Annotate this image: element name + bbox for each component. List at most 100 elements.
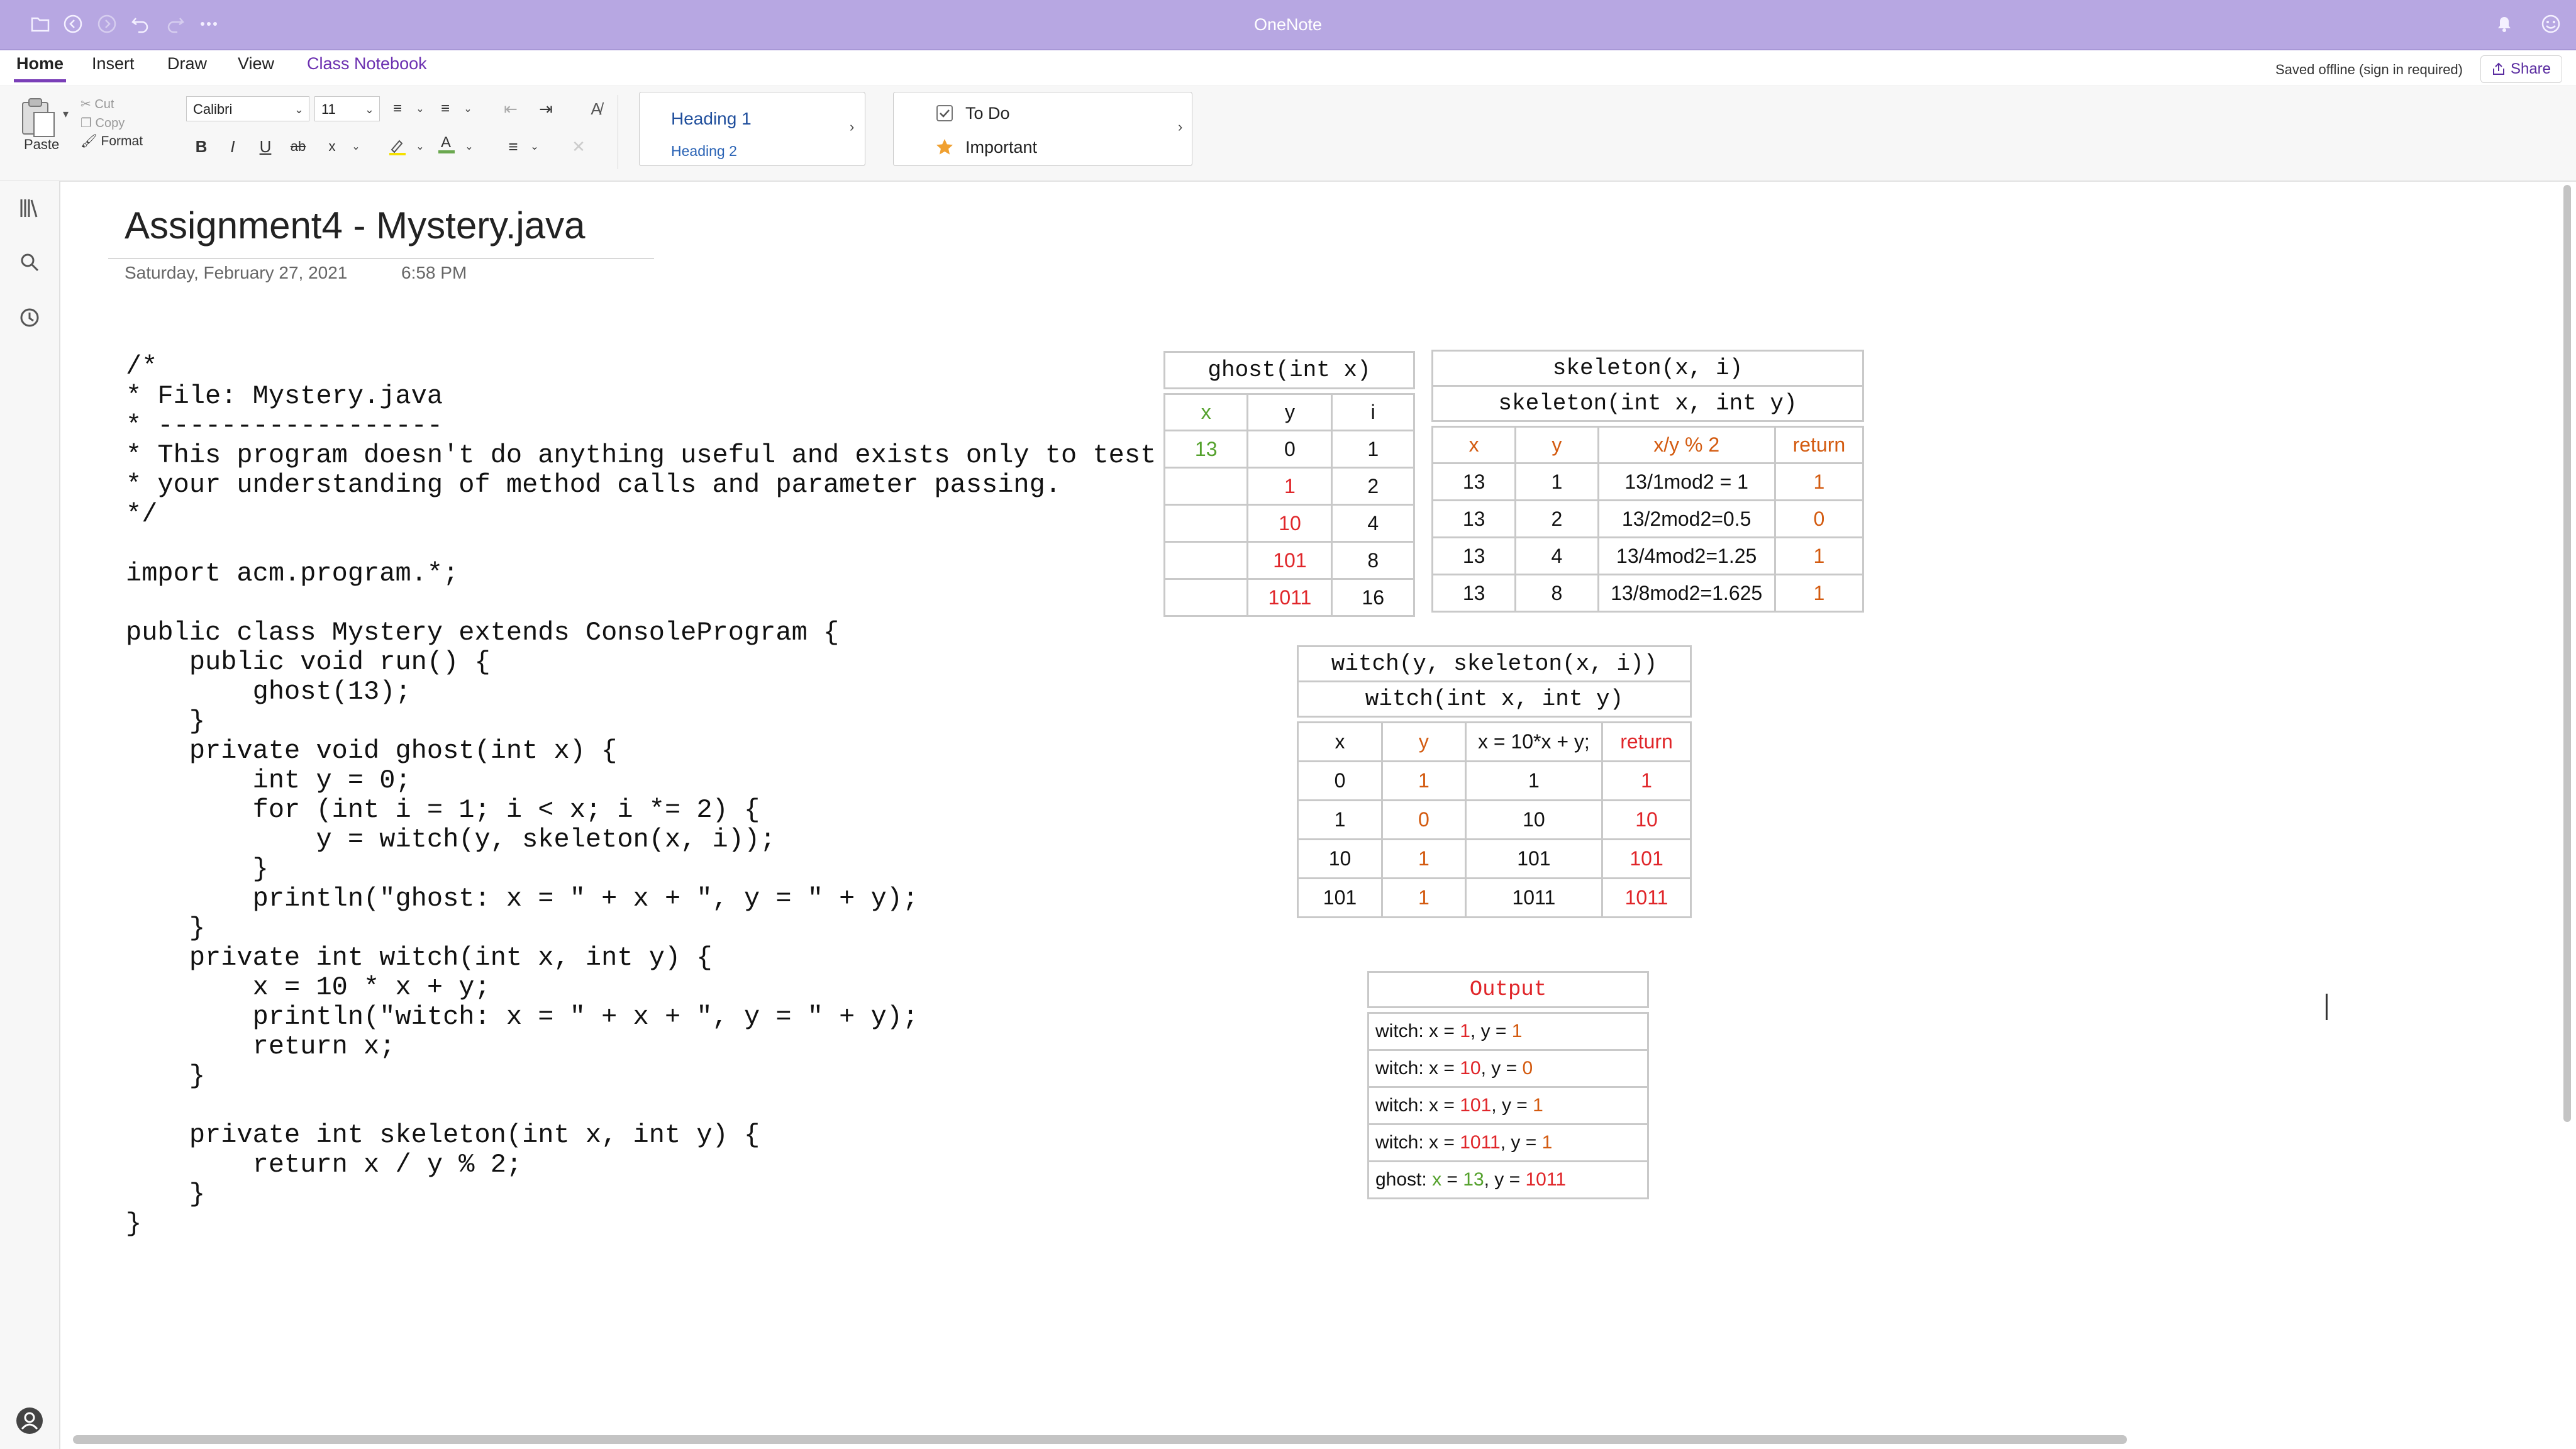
notebooks-icon[interactable] xyxy=(14,192,45,224)
strikethrough-button[interactable]: ab xyxy=(286,134,311,159)
scissors-icon: ✂ xyxy=(80,97,91,111)
undo-icon[interactable] xyxy=(128,11,153,36)
account-avatar-icon[interactable] xyxy=(14,1405,45,1436)
witch-table-title: witch(y, skeleton(x, i)) xyxy=(1297,645,1692,682)
tab-class-notebook[interactable]: Class Notebook xyxy=(304,54,430,74)
indent-icon[interactable]: ⇥ xyxy=(533,96,558,121)
font-size-select[interactable]: 11 ⌄ xyxy=(314,96,380,121)
align-dropdown-icon[interactable]: ⌄ xyxy=(522,134,547,159)
skeleton-table-signature: skeleton(int x, int y) xyxy=(1431,385,1864,422)
forward-icon[interactable] xyxy=(94,11,119,36)
bullets-dropdown-icon[interactable]: ⌄ xyxy=(408,96,433,121)
vertical-scrollbar-thumb[interactable] xyxy=(2563,185,2571,1122)
skeleton-table: skeleton(x, i) skeleton(int x, int y) x … xyxy=(1431,350,1865,613)
tab-draw[interactable]: Draw xyxy=(165,54,209,74)
copy-label: Copy xyxy=(95,116,125,130)
numbering-icon[interactable]: ≡ xyxy=(433,96,458,121)
more-icon[interactable] xyxy=(196,11,221,36)
back-icon[interactable] xyxy=(60,11,86,36)
table-cell: 1 xyxy=(1381,877,1467,918)
output-x-value: 1 xyxy=(1460,1021,1470,1041)
recent-clock-icon[interactable] xyxy=(14,302,45,333)
ribbon-tabs: Home Insert Draw View Class Notebook xyxy=(0,50,2576,82)
table-cell: 13 xyxy=(1431,536,1517,575)
clear-format-icon[interactable]: A̸ xyxy=(584,96,609,121)
font-name-select[interactable]: Calibri ⌄ xyxy=(186,96,309,121)
highlight-icon[interactable] xyxy=(385,134,410,159)
output-text: , y = xyxy=(1491,1095,1533,1116)
table-cell: 4 xyxy=(1514,536,1599,575)
output-line: witch: x = 101, y = 1 xyxy=(1367,1086,1649,1125)
bold-button[interactable]: B xyxy=(189,134,214,159)
table-cell: 0 xyxy=(1297,760,1383,801)
subscript-button[interactable]: x xyxy=(319,134,345,159)
output-x-value: 1011 xyxy=(1460,1132,1501,1153)
ghost-table-title: ghost(int x) xyxy=(1163,351,1415,389)
output-x-value: 13 xyxy=(1463,1169,1484,1190)
share-button[interactable]: Share xyxy=(2480,55,2562,83)
table-cell xyxy=(1163,578,1249,617)
table-cell: 1 xyxy=(1774,574,1865,613)
table-cell: 13 xyxy=(1163,430,1249,469)
copy-button[interactable]: ❐ Copy xyxy=(80,115,125,131)
bell-icon[interactable] xyxy=(2492,11,2517,36)
font-color-dropdown-icon[interactable]: ⌄ xyxy=(457,134,482,159)
font-size-value: 11 xyxy=(321,101,336,117)
table-cell: 0 xyxy=(1381,799,1467,840)
code-block[interactable]: /* * File: Mystery.java * --------------… xyxy=(126,352,1156,1239)
left-rail xyxy=(0,181,60,1449)
tag-todo[interactable]: To Do xyxy=(965,104,1010,123)
paste-dropdown-icon[interactable]: ▾ xyxy=(63,108,69,121)
highlight-dropdown-icon[interactable]: ⌄ xyxy=(408,134,433,159)
table-cell: 13/4mod2=1.25 xyxy=(1597,536,1776,575)
table-cell: 1 xyxy=(1464,760,1604,801)
output-table: Output witch: x = 1, y = 1 witch: x = 10… xyxy=(1367,971,1649,1199)
folder-icon[interactable] xyxy=(28,11,53,36)
numbering-dropdown-icon[interactable]: ⌄ xyxy=(455,96,480,121)
table-cell: 13 xyxy=(1431,462,1517,501)
italic-button[interactable]: I xyxy=(220,134,245,159)
style-heading-2[interactable]: Heading 2 xyxy=(671,143,737,160)
outdent-icon[interactable]: ⇤ xyxy=(498,96,523,121)
format-painter-button[interactable]: 🖌 Format xyxy=(80,134,143,149)
ghost-header-y: y xyxy=(1246,393,1333,431)
output-line: ghost: x = 13, y = 1011 xyxy=(1367,1160,1649,1199)
table-cell: 1 xyxy=(1601,760,1692,801)
tab-home[interactable]: Home xyxy=(14,54,67,82)
font-color-icon[interactable]: A xyxy=(434,131,459,157)
smiley-icon[interactable] xyxy=(2538,11,2563,36)
output-text: = xyxy=(1441,1169,1463,1190)
tab-insert[interactable]: Insert xyxy=(89,54,137,74)
tab-view[interactable]: View xyxy=(235,54,277,74)
output-table-title: Output xyxy=(1367,971,1649,1008)
subscript-dropdown-icon[interactable]: ⌄ xyxy=(343,134,369,159)
tags-expand-icon[interactable]: › xyxy=(1178,119,1182,135)
table-cell: 2 xyxy=(1514,499,1599,538)
cut-button[interactable]: ✂ Cut xyxy=(80,96,114,112)
font-name-value: Calibri xyxy=(193,101,233,117)
bullets-icon[interactable]: ≡ xyxy=(385,96,410,121)
tags-gallery: To Do Important › xyxy=(893,92,1192,166)
table-cell: 16 xyxy=(1331,578,1415,617)
horizontal-scrollbar-thumb[interactable] xyxy=(73,1435,2127,1444)
paste-icon[interactable] xyxy=(18,95,62,139)
tag-important[interactable]: Important xyxy=(965,138,1037,157)
delete-icon[interactable]: ✕ xyxy=(566,134,591,159)
checkbox-icon[interactable] xyxy=(935,104,954,123)
table-cell xyxy=(1163,467,1249,506)
table-cell: 101 xyxy=(1246,541,1333,580)
output-text: witch: x = xyxy=(1375,1095,1460,1116)
table-cell: 4 xyxy=(1331,504,1415,543)
ghost-header-x: x xyxy=(1163,393,1249,431)
styles-expand-icon[interactable]: › xyxy=(850,119,854,135)
witch-table-signature: witch(int x, int y) xyxy=(1297,680,1692,718)
table-spacer xyxy=(1432,420,1863,428)
page-title[interactable]: Assignment4 - Mystery.java xyxy=(125,204,585,247)
search-icon[interactable] xyxy=(14,247,45,278)
redo-icon[interactable] xyxy=(162,11,187,36)
output-y-value: 0 xyxy=(1522,1058,1533,1079)
table-cell: 2 xyxy=(1331,467,1415,506)
underline-button[interactable]: U xyxy=(253,134,278,159)
styles-gallery: Heading 1 Heading 2 › xyxy=(639,92,865,166)
style-heading-1[interactable]: Heading 1 xyxy=(671,109,752,129)
